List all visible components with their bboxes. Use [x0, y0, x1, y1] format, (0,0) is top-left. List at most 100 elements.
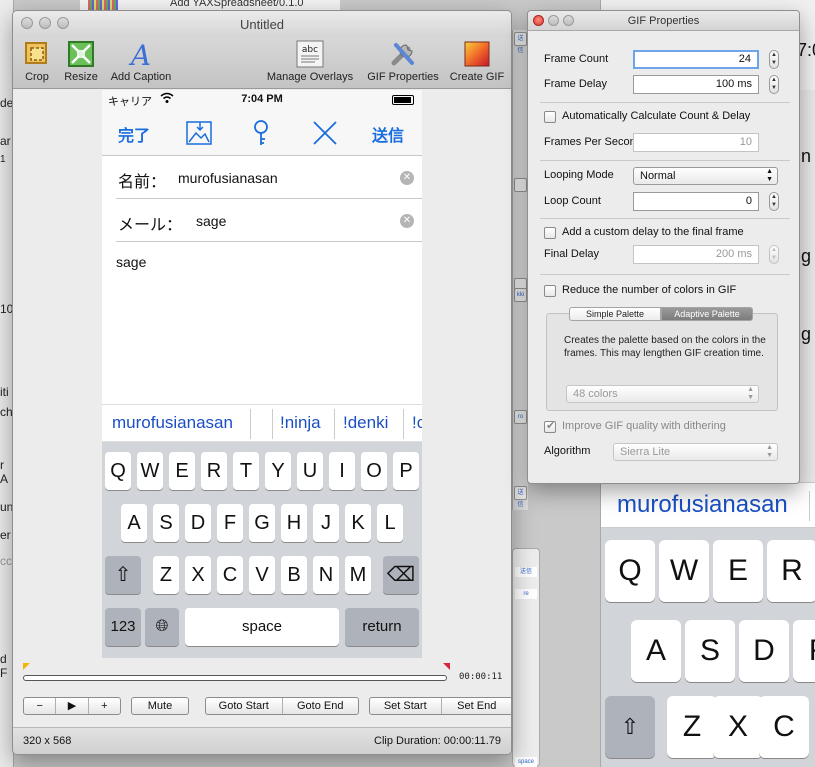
key[interactable]: W: [137, 452, 163, 490]
tab-simple-palette[interactable]: Simple Palette: [569, 307, 661, 321]
frame-delay-input[interactable]: 100 ms: [633, 75, 759, 94]
key[interactable]: T: [233, 452, 259, 490]
key-icon[interactable]: [246, 118, 276, 148]
goto-end-button[interactable]: Goto End: [283, 698, 359, 714]
frame-count-input[interactable]: 24: [633, 50, 759, 69]
tab-adaptive-palette[interactable]: Adaptive Palette: [661, 307, 753, 321]
timeline-track[interactable]: [23, 675, 447, 681]
frame-step-group: − ▶ +: [23, 697, 121, 715]
background-thumbnails: 送信 kki ro 送信: [512, 30, 528, 510]
bg-chip: [514, 178, 527, 192]
playback-controls: − ▶ + Mute Goto Start Goto End Set Start…: [23, 697, 511, 715]
space-key[interactable]: space: [185, 608, 339, 646]
clear-mail-icon[interactable]: ✕: [400, 214, 414, 228]
colors-value: 48 colors: [573, 388, 618, 400]
set-end-button[interactable]: Set End: [442, 698, 512, 714]
final-delay-input[interactable]: 200 ms: [633, 245, 759, 264]
algorithm-select[interactable]: Sierra Lite ▲ ▼: [613, 443, 778, 461]
battery-icon: [392, 95, 414, 105]
reduce-colors-checkbox[interactable]: [544, 285, 556, 297]
timeline[interactable]: 00:00:11: [23, 663, 502, 693]
set-start-button[interactable]: Set Start: [370, 698, 442, 714]
key[interactable]: G: [249, 504, 275, 542]
gif-properties-button[interactable]: GIF Properties: [363, 39, 443, 83]
mute-button[interactable]: Mute: [132, 698, 188, 714]
minus-button[interactable]: −: [24, 698, 57, 714]
key[interactable]: M: [345, 556, 371, 594]
cancel-x-icon[interactable]: [310, 118, 340, 148]
key[interactable]: P: [393, 452, 419, 490]
add-caption-button[interactable]: A Add Caption: [107, 39, 175, 83]
key[interactable]: E: [169, 452, 195, 490]
key[interactable]: V: [249, 556, 275, 594]
frame-delay-stepper[interactable]: ▲ ▼: [769, 75, 779, 94]
bg-chip: 送信: [514, 32, 527, 54]
key[interactable]: D: [185, 504, 211, 542]
mail-field-row[interactable]: メール： sage ✕: [116, 199, 422, 242]
goto-start-button[interactable]: Goto Start: [206, 698, 283, 714]
backspace-key-icon[interactable]: ⌫: [383, 556, 419, 594]
key[interactable]: Q: [105, 452, 131, 490]
key[interactable]: Z: [153, 556, 179, 594]
play-button[interactable]: ▶: [56, 698, 89, 714]
colors-select[interactable]: 48 colors ▲ ▼: [566, 385, 759, 403]
looping-mode-select[interactable]: Normal ▲ ▼: [633, 167, 778, 185]
resize-button[interactable]: Resize: [61, 39, 101, 83]
frame-count-stepper[interactable]: ▲ ▼: [769, 50, 779, 69]
loop-count-input[interactable]: 0: [633, 192, 759, 211]
key[interactable]: O: [361, 452, 387, 490]
key[interactable]: B: [281, 556, 307, 594]
shift-key-icon[interactable]: ⇧: [105, 556, 141, 594]
message-body[interactable]: sage: [116, 254, 146, 270]
suggestion-item[interactable]: !denki: [343, 413, 388, 433]
fps-input[interactable]: 10: [633, 133, 759, 152]
suggestion-item[interactable]: !c: [412, 413, 422, 433]
suggestion-item[interactable]: !ninja: [280, 413, 321, 433]
title-bar[interactable]: Untitled: [13, 11, 511, 37]
mail-field[interactable]: sage: [196, 213, 226, 229]
panel-title: GIF Properties: [627, 15, 700, 27]
image-attach-icon[interactable]: [184, 118, 214, 148]
send-button[interactable]: 送信: [372, 122, 404, 146]
clear-name-icon[interactable]: ✕: [400, 171, 414, 185]
key[interactable]: I: [329, 452, 355, 490]
create-gif-icon: [462, 39, 492, 69]
start-marker-icon[interactable]: [23, 663, 30, 670]
numbers-key[interactable]: 123: [105, 608, 141, 646]
panel-title-bar[interactable]: GIF Properties: [528, 11, 799, 31]
key[interactable]: L: [377, 504, 403, 542]
key[interactable]: K: [345, 504, 371, 542]
loop-count-stepper[interactable]: ▲ ▼: [769, 192, 779, 211]
return-key[interactable]: return: [345, 608, 419, 646]
globe-key-icon[interactable]: 🌐︎: [145, 608, 179, 646]
svg-text:abc: abc: [302, 45, 318, 55]
name-field-row[interactable]: 名前： murofusianasan ✕: [116, 156, 422, 199]
key[interactable]: Y: [265, 452, 291, 490]
key[interactable]: A: [121, 504, 147, 542]
bg-chip: space: [515, 757, 537, 767]
name-field[interactable]: murofusianasan: [178, 170, 278, 186]
key[interactable]: S: [153, 504, 179, 542]
gif-properties-panel: GIF Properties Frame Count 24 ▲ ▼ Frame D…: [527, 10, 800, 484]
custom-delay-checkbox[interactable]: [544, 227, 556, 239]
crop-button[interactable]: Crop: [19, 39, 55, 83]
plus-button[interactable]: +: [89, 698, 120, 714]
key[interactable]: U: [297, 452, 323, 490]
key[interactable]: C: [217, 556, 243, 594]
final-delay-stepper[interactable]: ▲ ▼: [769, 245, 779, 264]
create-gif-button[interactable]: Create GIF: [447, 39, 507, 83]
dithering-checkbox[interactable]: [544, 419, 556, 433]
end-marker-icon[interactable]: [443, 663, 450, 670]
mute-group: Mute: [131, 697, 189, 715]
done-button[interactable]: 完了: [118, 122, 150, 146]
auto-calculate-checkbox[interactable]: [544, 111, 556, 123]
key[interactable]: R: [201, 452, 227, 490]
key[interactable]: F: [217, 504, 243, 542]
key[interactable]: H: [281, 504, 307, 542]
suggestion-item[interactable]: murofusianasan: [112, 413, 233, 433]
key[interactable]: X: [185, 556, 211, 594]
bg-suggestion-bar: murofusianasan: [601, 482, 815, 528]
manage-overlays-button[interactable]: abc Manage Overlays: [263, 39, 357, 83]
key[interactable]: N: [313, 556, 339, 594]
key[interactable]: J: [313, 504, 339, 542]
